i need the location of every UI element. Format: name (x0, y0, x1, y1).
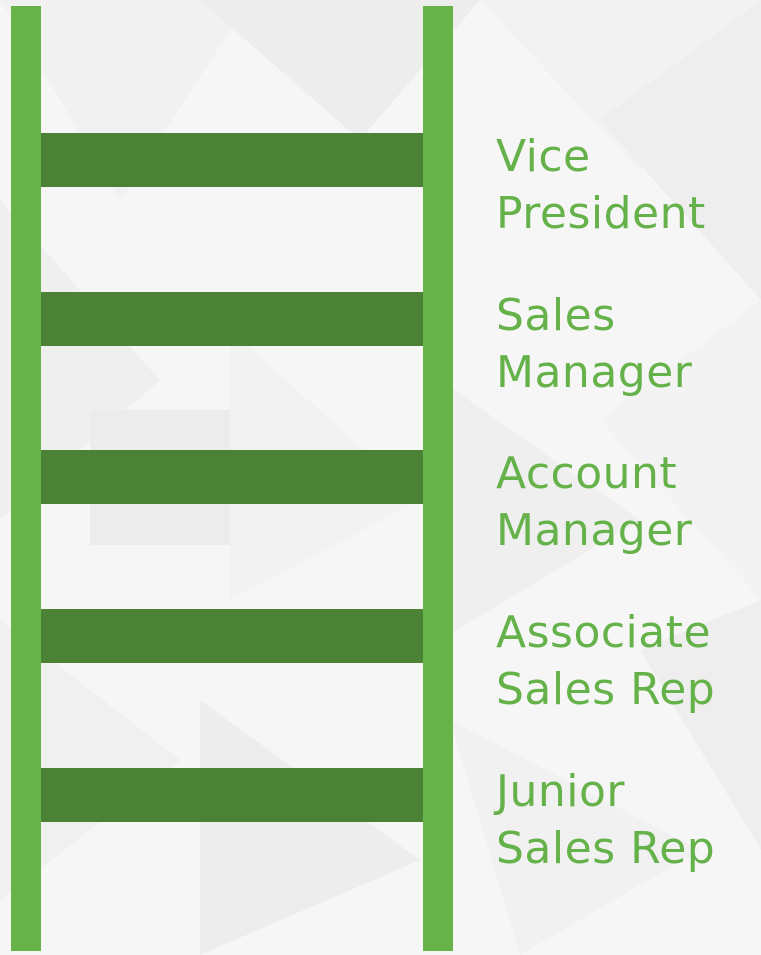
level-label-line: Associate (496, 607, 712, 658)
level-label-line: Manager (496, 505, 693, 556)
level-label-line: Sales Rep (496, 664, 716, 715)
ladder-rung-junior-sales-rep (41, 768, 423, 822)
level-label-junior-sales-rep: Junior Sales Rep (496, 763, 715, 877)
ladder-rung-sales-manager (41, 292, 423, 346)
level-label-line: Account (496, 448, 678, 499)
level-label-vice-president: Vice President (496, 128, 706, 242)
ladder-rung-account-manager (41, 450, 423, 504)
ladder-rung-vice-president (41, 133, 423, 187)
ladder-rung-associate-sales-rep (41, 609, 423, 663)
level-label-line: Junior (496, 766, 625, 817)
level-label-line: Manager (496, 347, 693, 398)
ladder-rail-left (11, 6, 41, 951)
level-label-line: President (496, 188, 706, 239)
level-label-line: Sales (496, 290, 616, 341)
ladder-rail-right (423, 6, 453, 951)
level-label-line: Sales Rep (496, 823, 716, 874)
level-label-account-manager: Account Manager (496, 445, 692, 559)
level-label-associate-sales-rep: Associate Sales Rep (496, 604, 715, 718)
level-label-sales-manager: Sales Manager (496, 287, 692, 401)
level-label-line: Vice (496, 131, 591, 182)
